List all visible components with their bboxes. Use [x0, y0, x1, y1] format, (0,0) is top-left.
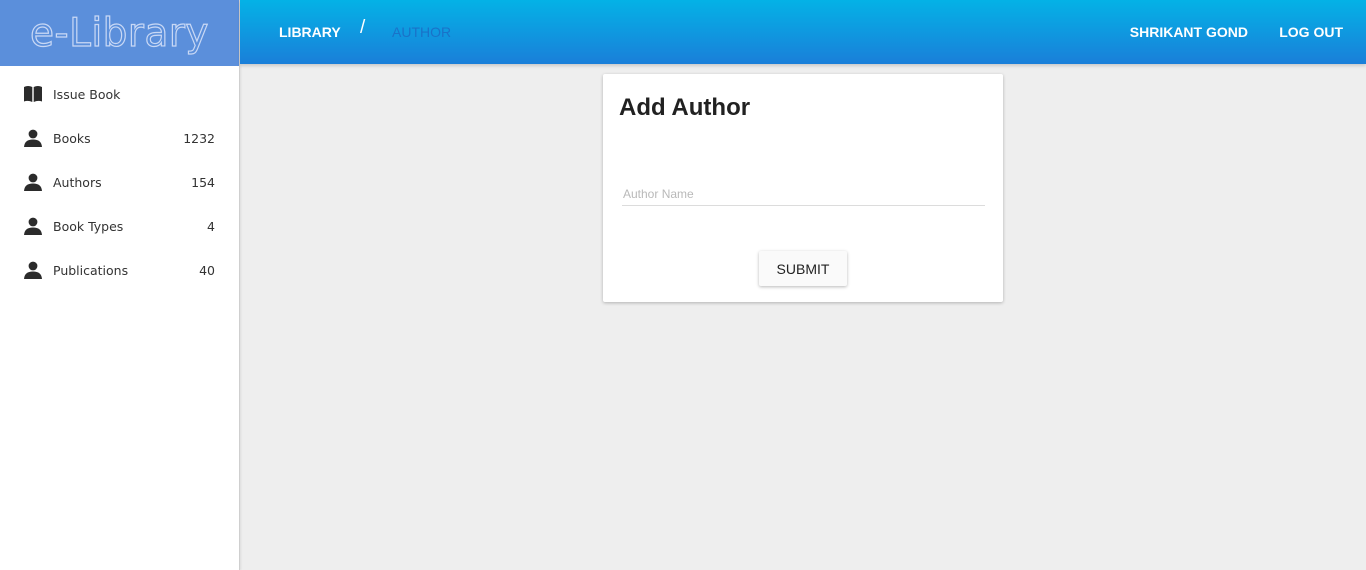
card-title: Add Author — [619, 94, 751, 121]
person-icon — [23, 172, 43, 192]
sidebar-item-count: 4 — [207, 218, 215, 234]
sidebar-item-books[interactable]: Books 1232 — [0, 116, 239, 160]
sidebar-item-publications[interactable]: Publications 40 — [0, 248, 239, 292]
author-name-input[interactable] — [622, 182, 985, 206]
breadcrumb-library-link[interactable]: LIBRARY — [279, 0, 341, 64]
add-author-card: Add Author SUBMIT — [603, 74, 1003, 302]
sidebar-item-label: Authors — [53, 174, 102, 190]
sidebar-item-book-types[interactable]: Book Types 4 — [0, 204, 239, 248]
logo-text: e-Library — [29, 10, 209, 56]
person-icon — [23, 216, 43, 236]
sidebar-item-label: Issue Book — [53, 86, 121, 102]
sidebar-item-count: 1232 — [183, 130, 215, 146]
user-name-link[interactable]: SHRIKANT GOND — [1130, 0, 1248, 64]
person-icon — [23, 260, 43, 280]
breadcrumb-separator: / — [360, 17, 366, 38]
logout-button[interactable]: LOG OUT — [1279, 0, 1343, 64]
sidebar-item-count: 40 — [199, 262, 215, 278]
sidebar-nav: Issue Book Books 1232 Authors 154 Book T… — [0, 66, 239, 292]
sidebar-item-authors[interactable]: Authors 154 — [0, 160, 239, 204]
book-icon — [23, 84, 43, 104]
logo[interactable]: e-Library — [0, 0, 239, 66]
sidebar: e-Library Issue Book Books 1232 Authors … — [0, 0, 240, 570]
submit-button[interactable]: SUBMIT — [759, 251, 847, 286]
sidebar-item-issue-book[interactable]: Issue Book — [0, 72, 239, 116]
sidebar-item-label: Book Types — [53, 218, 124, 234]
top-app-bar: LIBRARY / AUTHOR SHRIKANT GOND LOG OUT — [240, 0, 1366, 64]
sidebar-item-label: Books — [53, 130, 91, 146]
sidebar-item-count: 154 — [191, 174, 215, 190]
breadcrumb-current: AUTHOR — [392, 24, 452, 40]
person-icon — [23, 128, 43, 148]
sidebar-item-label: Publications — [53, 262, 129, 278]
